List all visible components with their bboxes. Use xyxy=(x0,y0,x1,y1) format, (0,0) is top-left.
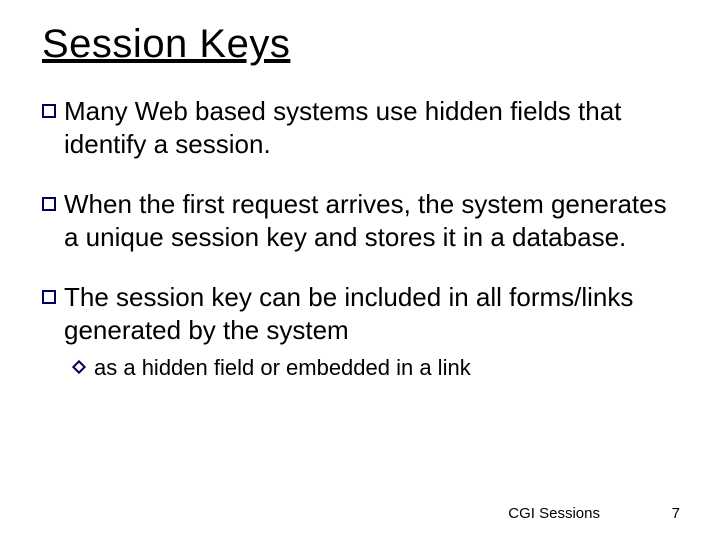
bullet-text: The session key can be included in all f… xyxy=(64,281,678,346)
square-bullet-icon xyxy=(42,290,56,304)
slide-title: Session Keys xyxy=(42,22,678,67)
footer-topic: CGI Sessions xyxy=(508,505,600,522)
list-item: The session key can be included in all f… xyxy=(42,281,678,346)
diamond-bullet-icon xyxy=(72,360,86,374)
bullet-text: Many Web based systems use hidden fields… xyxy=(64,95,678,160)
page-number: 7 xyxy=(672,505,680,522)
list-item: Many Web based systems use hidden fields… xyxy=(42,95,678,160)
square-bullet-icon xyxy=(42,197,56,211)
sub-bullet-list: as a hidden field or embedded in a link xyxy=(42,354,678,382)
list-item: as a hidden field or embedded in a link xyxy=(72,354,678,382)
slide: Session Keys Many Web based systems use … xyxy=(0,0,720,540)
sub-bullet-text: as a hidden field or embedded in a link xyxy=(94,354,678,382)
list-item: When the first request arrives, the syst… xyxy=(42,188,678,253)
square-bullet-icon xyxy=(42,104,56,118)
bullet-text: When the first request arrives, the syst… xyxy=(64,188,678,253)
bullet-list: Many Web based systems use hidden fields… xyxy=(42,95,678,382)
